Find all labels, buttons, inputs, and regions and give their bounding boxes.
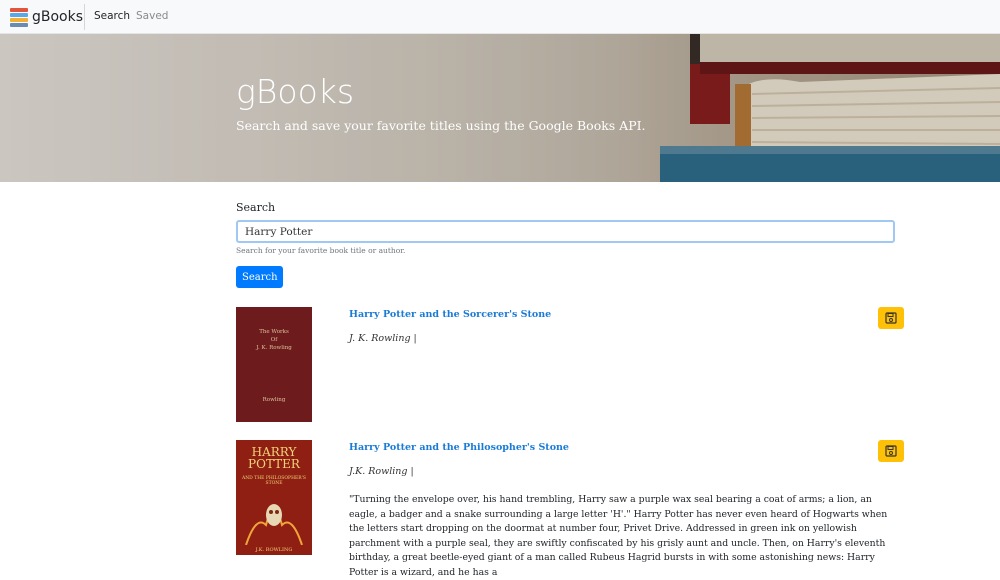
book-cover[interactable]: The Works Of J. K. Rowling Rowling: [236, 307, 312, 422]
book-author: J.K. Rowling |: [349, 466, 414, 477]
save-book-button[interactable]: [878, 307, 904, 329]
brand-name: gBooks: [32, 9, 84, 25]
search-input[interactable]: [236, 220, 895, 243]
cover-line: J. K. Rowling: [256, 345, 292, 351]
book-title-link[interactable]: Harry Potter and the Sorcerer's Stone: [349, 309, 551, 320]
book-cover[interactable]: HARRY POTTER AND THE PHILOSOPHER'S STONE…: [236, 440, 312, 555]
owl-illustration: [245, 504, 303, 545]
cover-line: Of: [270, 337, 278, 343]
books-stack-icon: [10, 7, 28, 27]
cover-title: HARRY POTTER: [248, 445, 300, 471]
search-button[interactable]: Search: [236, 266, 283, 288]
search-label: Search: [236, 201, 276, 214]
cover-line: The Works: [259, 329, 289, 335]
book-author: J. K. Rowling |: [349, 333, 417, 344]
cover-footer: Rowling: [262, 397, 286, 403]
hero-overlay: [0, 34, 1000, 182]
brand[interactable]: gBooks: [10, 6, 83, 28]
floppy-disk-icon: [885, 445, 897, 457]
cover-author: J.K. ROWLING: [255, 547, 293, 553]
floppy-disk-icon: [885, 312, 897, 324]
book-title-link[interactable]: Harry Potter and the Philosopher's Stone: [349, 442, 569, 453]
nav-divider: [84, 4, 85, 30]
hero-banner: gBooks Search and save your favorite tit…: [0, 34, 1000, 182]
search-help-text: Search for your favorite book title or a…: [236, 246, 406, 255]
save-book-button[interactable]: [878, 440, 904, 462]
book-description: "Turning the envelope over, his hand tre…: [349, 494, 888, 578]
hero-subtitle: Search and save your favorite titles usi…: [236, 118, 646, 133]
nav-link-search[interactable]: Search: [94, 10, 130, 22]
navbar: gBooks Search Saved: [0, 0, 1000, 34]
hero-title: gBooks: [236, 72, 355, 111]
nav-link-saved[interactable]: Saved: [136, 10, 168, 22]
